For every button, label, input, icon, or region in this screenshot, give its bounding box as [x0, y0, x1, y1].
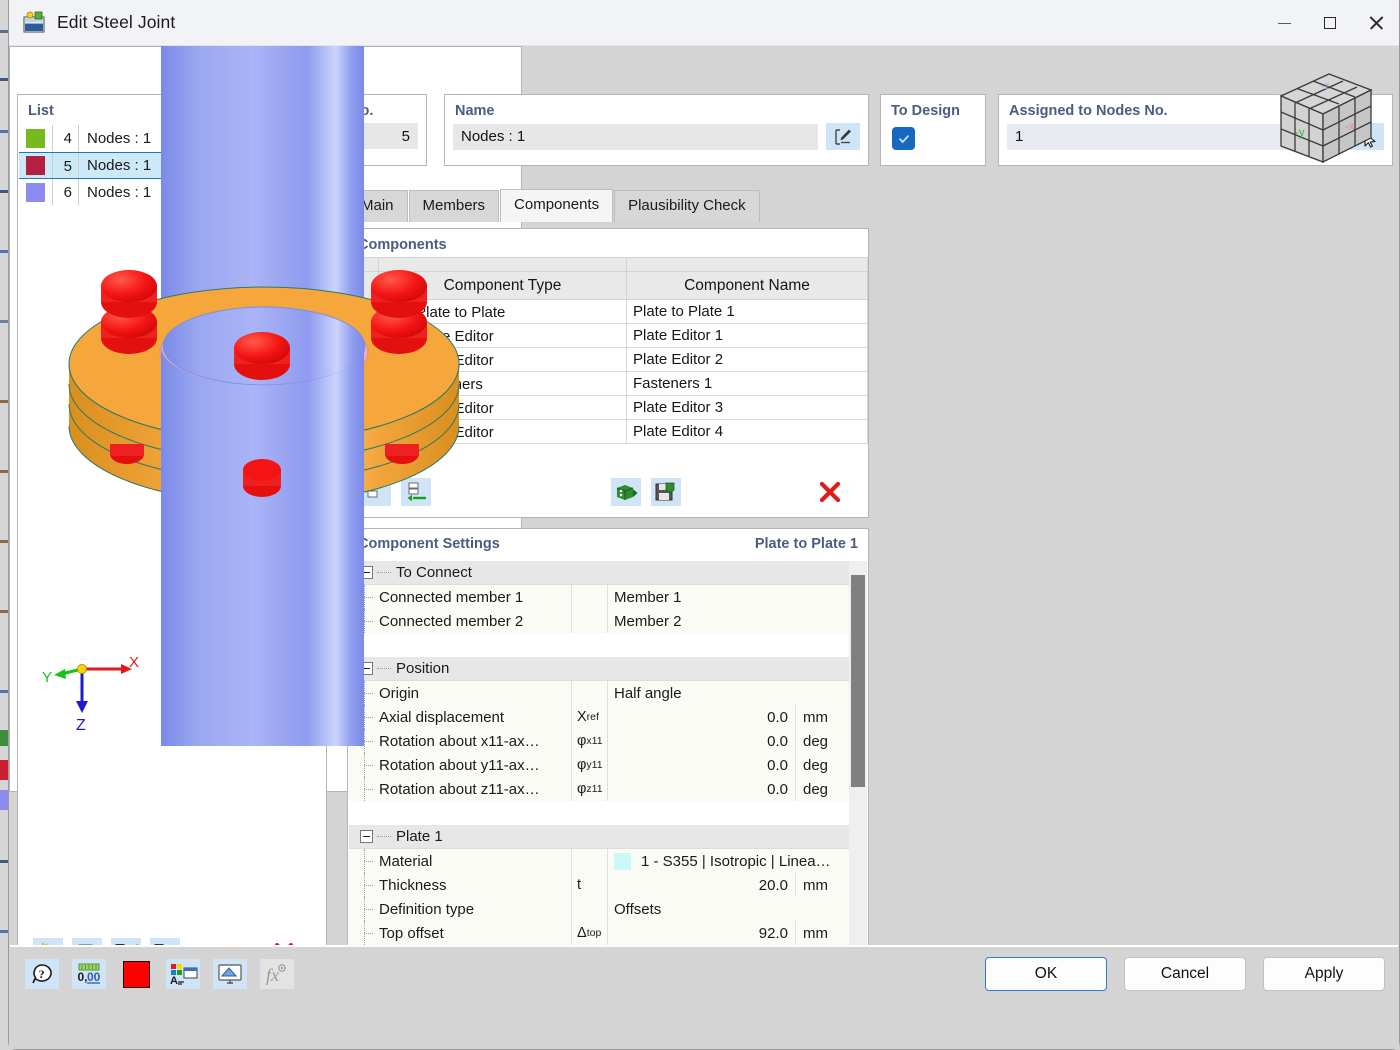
- cancel-button[interactable]: Cancel: [1124, 957, 1246, 991]
- axis-indicator: X Y Z: [37, 651, 147, 738]
- settings-row-unit: mm: [795, 873, 849, 897]
- settings-row[interactable]: Rotation about y11-ax… φy11 0.0 deg: [349, 753, 849, 777]
- svg-text:X: X: [129, 654, 139, 671]
- svg-text:0,: 0,: [78, 970, 88, 984]
- help-info-button[interactable]: ?: [25, 959, 59, 989]
- settings-row-value[interactable]: 20.0: [607, 873, 795, 897]
- svg-text:Z: Z: [76, 717, 86, 733]
- settings-row-value[interactable]: 1 - S355 | Isotropic | Linea…: [607, 849, 849, 873]
- numeric-format-button[interactable]: 0, 00: [72, 959, 106, 989]
- material-color-swatch: [614, 853, 631, 870]
- dialog-body: List 4 Nodes : 1 5 Nodes : 1: [9, 46, 1399, 986]
- settings-row-symbol: φz11: [571, 777, 607, 801]
- settings-row-label: Definition type: [349, 897, 571, 921]
- settings-row-value[interactable]: Offsets: [607, 897, 849, 921]
- render-settings-button[interactable]: [213, 959, 247, 989]
- settings-row-label: Material: [349, 849, 571, 873]
- settings-row-symbol: t: [571, 873, 607, 897]
- title-bar: Edit Steel Joint: [9, 0, 1399, 46]
- settings-row-value[interactable]: 0.0: [607, 777, 795, 801]
- settings-row[interactable]: Rotation about z11-ax… φz11 0.0 deg: [349, 777, 849, 801]
- model-3d-canvas[interactable]: -y -x -z X Y: [9, 46, 522, 746]
- settings-row-symbol: φy11: [571, 753, 607, 777]
- settings-row[interactable]: Material 1 - S355 | Isotropic | Linea…: [349, 849, 849, 873]
- svg-text:00: 00: [87, 970, 101, 984]
- window-title: Edit Steel Joint: [57, 12, 175, 33]
- settings-row-unit: mm: [795, 921, 849, 945]
- ok-button[interactable]: OK: [985, 957, 1107, 991]
- settings-row-symbol: [571, 897, 607, 921]
- settings-row-label: Rotation about y11-ax…: [349, 753, 571, 777]
- apply-button[interactable]: Apply: [1263, 957, 1385, 991]
- settings-spacer: [349, 801, 849, 825]
- display-properties-button[interactable]: A: [166, 959, 200, 989]
- collapse-icon[interactable]: [360, 830, 373, 843]
- dialog-button-bar: OK Cancel Apply: [985, 957, 1385, 991]
- settings-row-value[interactable]: 0.0: [607, 753, 795, 777]
- window-controls: [1261, 0, 1399, 46]
- status-icon-bar: ? 0, 00: [25, 959, 294, 989]
- material-label: 1 - S355 | Isotropic | Linea…: [641, 853, 831, 870]
- steel-joint-icon: [22, 11, 46, 35]
- minimize-button[interactable]: [1261, 0, 1307, 46]
- svg-text:A: A: [170, 975, 178, 986]
- settings-row-value[interactable]: 92.0: [607, 921, 795, 945]
- formula-button[interactable]: fx: [260, 959, 294, 989]
- settings-row-unit: deg: [795, 753, 849, 777]
- edit-steel-joint-window: Edit Steel Joint List 4 Nodes : 1: [8, 0, 1400, 1050]
- maximize-button[interactable]: [1307, 0, 1353, 46]
- settings-row-label: Top offset: [349, 921, 571, 945]
- svg-text:fx: fx: [266, 965, 279, 985]
- model-view-panel[interactable]: -y -x -z X Y: [9, 46, 522, 792]
- settings-row[interactable]: Top offset Δtop 92.0 mm: [349, 921, 849, 945]
- settings-row-label: Rotation about z11-ax…: [349, 777, 571, 801]
- bottom-bar: ? 0, 00: [9, 947, 1399, 1049]
- settings-row-label: Thickness: [349, 873, 571, 897]
- application-root: Edit Steel Joint List 4 Nodes : 1: [0, 0, 1400, 1050]
- settings-group-label: Plate 1: [396, 828, 443, 845]
- close-button[interactable]: [1353, 0, 1399, 46]
- settings-row[interactable]: Thickness t 20.0 mm: [349, 873, 849, 897]
- settings-row-symbol: Δtop: [571, 921, 607, 945]
- settings-group-plate-1[interactable]: Plate 1: [349, 825, 849, 849]
- svg-text:?: ?: [39, 967, 45, 981]
- settings-row[interactable]: Definition type Offsets: [349, 897, 849, 921]
- svg-text:Y: Y: [42, 669, 52, 686]
- settings-row-symbol: [571, 849, 607, 873]
- color-swatch-button[interactable]: [119, 959, 153, 989]
- settings-row-unit: deg: [795, 777, 849, 801]
